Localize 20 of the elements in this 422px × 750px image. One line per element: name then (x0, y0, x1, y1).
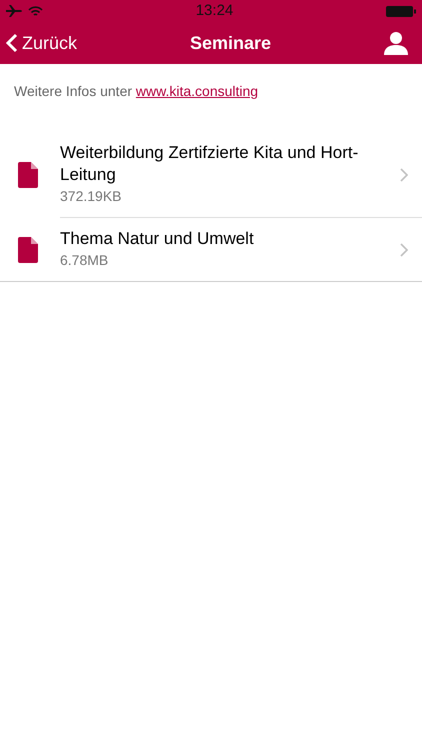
file-size: 372.19KB (60, 187, 122, 206)
battery-icon (386, 6, 416, 16)
file-name: Thema Natur und Umwelt (60, 228, 255, 250)
user-icon[interactable] (384, 31, 408, 55)
website-link[interactable]: www.kita.consulting (136, 83, 258, 99)
file-row[interactable]: Thema Natur und Umwelt 6.78MB (0, 218, 422, 281)
chevron-left-icon (6, 33, 18, 53)
document-icon (18, 236, 38, 262)
wifi-icon (28, 6, 43, 16)
info-text: Weitere Infos unter www.kita.consulting (13, 82, 260, 101)
file-row[interactable]: Weiterbildung Zertifzierte Kita und Hort-Leitung 372.19KB (0, 132, 422, 218)
chevron-right-icon (400, 242, 408, 256)
document-icon (18, 162, 38, 188)
airplane-icon (6, 5, 22, 17)
file-size: 6.78MB (60, 251, 110, 270)
page-title: Seminare (190, 32, 272, 54)
status-time: 13:24 (196, 0, 234, 21)
back-button[interactable]: Zurück (6, 30, 78, 56)
file-name: Weiterbildung Zertifzierte Kita und Hort-Leitung (60, 142, 360, 186)
chevron-right-icon (400, 168, 408, 182)
